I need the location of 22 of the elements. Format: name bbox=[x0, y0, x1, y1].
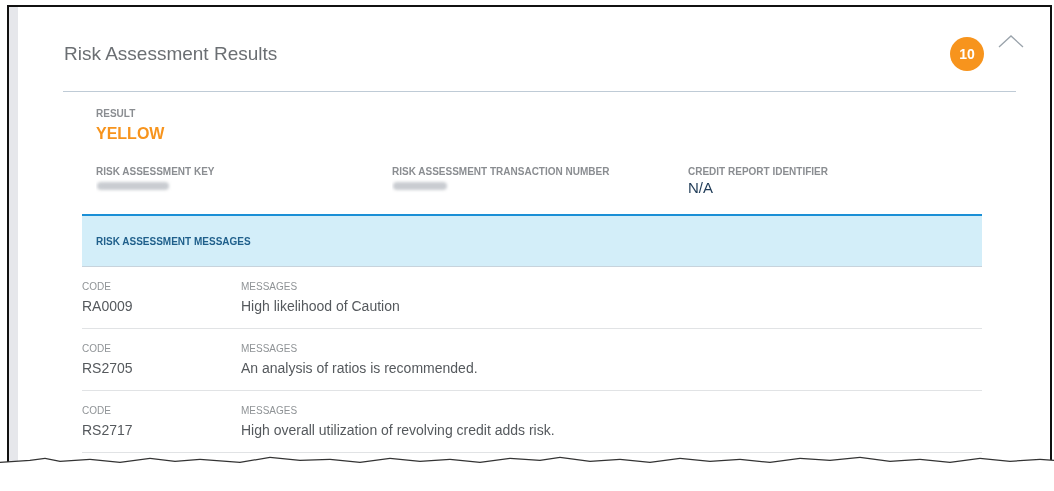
field-label: RESULT bbox=[96, 108, 137, 119]
field-label: CREDIT REPORT IDENTIFIER bbox=[688, 166, 829, 177]
column-label: MESSAGES bbox=[241, 405, 299, 416]
code-cell-text: RS2717 bbox=[82, 422, 134, 438]
column-label: MESSAGES bbox=[241, 343, 299, 354]
field-label: RISK ASSESSMENT TRANSACTION NUMBER bbox=[392, 166, 611, 177]
column-label: MESSAGES bbox=[241, 281, 299, 292]
message-cell: High likelihood of Caution bbox=[241, 298, 400, 314]
code-cell-text: RS2705 bbox=[82, 360, 134, 376]
column-label: CODE bbox=[82, 281, 112, 292]
message-cell: High overall utilization of revolving credit adds risk. bbox=[241, 422, 555, 438]
column-label: CODE bbox=[82, 405, 112, 416]
result-value: YELLOW bbox=[96, 125, 166, 143]
message-cell: An analysis of ratios is recommended. bbox=[241, 360, 478, 376]
column-label: CODE bbox=[82, 343, 112, 354]
field-label: RISK ASSESSMENT KEY bbox=[96, 166, 216, 177]
count-badge: 10 bbox=[950, 37, 984, 71]
chevron-icon bbox=[998, 34, 1024, 48]
field-value: N/A bbox=[688, 179, 714, 196]
panel-title: Risk Assessment Results bbox=[64, 43, 278, 65]
code-cell-text: RA0009 bbox=[82, 298, 134, 314]
section-title: RISK ASSESSMENT MESSAGES bbox=[96, 235, 251, 247]
